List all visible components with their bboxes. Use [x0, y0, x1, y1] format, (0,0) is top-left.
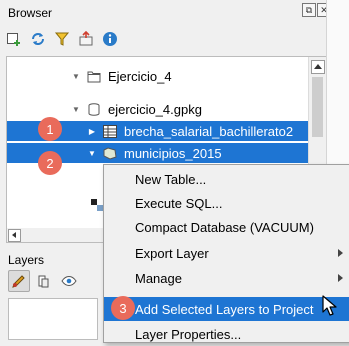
context-menu: New Table... Execute SQL... Compact Data… — [103, 164, 349, 343]
menu-item-execute-sql[interactable]: Execute SQL... — [104, 191, 349, 215]
scroll-left-button[interactable] — [8, 229, 21, 242]
menu-item-export-layer[interactable]: Export Layer — [104, 241, 349, 265]
menu-item-add-selected-layers[interactable]: Add Selected Layers to Project — [104, 297, 349, 321]
menu-item-layer-properties[interactable]: Layer Properties... — [104, 322, 349, 346]
info-icon[interactable] — [100, 29, 120, 49]
scroll-up-button[interactable] — [311, 60, 325, 74]
submenu-arrow-icon — [338, 274, 343, 282]
tree-item-label: brecha_salarial_bachillerato2 — [124, 123, 294, 139]
visibility-icon[interactable] — [58, 270, 80, 292]
menu-item-label: Add Selected Layers to Project — [135, 301, 314, 317]
annotation-badge-2: 2 — [38, 151, 62, 175]
expand-arrow-icon[interactable]: ▼ — [71, 105, 81, 114]
tree-item-ejercicio-4-gpkg[interactable]: ▼ ejercicio_4.gpkg — [7, 99, 326, 119]
tree-item-label: Ejercicio_4 — [108, 68, 172, 84]
menu-item-label: Manage — [135, 270, 182, 286]
style-icon[interactable] — [8, 270, 30, 292]
browser-panel-title: Browser — [8, 6, 53, 20]
expand-arrow-icon[interactable]: ▼ — [87, 149, 97, 158]
menu-item-compact-database[interactable]: Compact Database (VACUUM) — [104, 215, 349, 239]
horizontal-scrollbar[interactable] — [6, 228, 108, 243]
database-icon — [88, 102, 100, 116]
menu-item-label: Execute SQL... — [135, 195, 223, 211]
menu-item-label: Compact Database (VACUUM) — [135, 219, 314, 235]
polygon-layer-icon — [103, 146, 117, 160]
annotation-badge-3: 3 — [111, 296, 135, 320]
menu-item-manage[interactable]: Manage — [104, 266, 349, 290]
filter-icon[interactable] — [52, 29, 72, 49]
folder-icon — [87, 71, 101, 82]
collapse-icon[interactable] — [76, 29, 96, 49]
annotation-badge-1: 1 — [38, 117, 62, 141]
layers-panel-title: Layers — [8, 253, 45, 267]
add-layer-icon[interactable] — [4, 29, 24, 49]
refresh-icon[interactable] — [28, 29, 48, 49]
scrollbar-thumb[interactable] — [312, 77, 323, 137]
menu-item-label: New Table... — [135, 171, 207, 187]
browser-toolbar — [4, 24, 120, 54]
layers-tree[interactable] — [8, 298, 98, 340]
tree-item-label: ejercicio_4.gpkg — [108, 101, 202, 117]
layers-toolbar — [8, 270, 80, 292]
mouse-cursor-icon — [322, 295, 337, 316]
menu-item-new-table[interactable]: New Table... — [104, 167, 349, 191]
submenu-arrow-icon — [338, 249, 343, 257]
expand-arrow-icon[interactable]: ▼ — [71, 72, 81, 81]
tree-item-ejercicio-4[interactable]: ▼ Ejercicio_4 — [7, 66, 326, 86]
table-icon — [103, 124, 117, 138]
float-panel-button[interactable]: ⧉ — [302, 3, 316, 17]
menu-item-label: Export Layer — [135, 245, 209, 261]
add-group-icon[interactable] — [33, 270, 55, 292]
expand-arrow-icon[interactable]: ▶ — [87, 127, 97, 136]
menu-item-label: Layer Properties... — [135, 326, 242, 342]
layer-child-icon — [91, 199, 103, 211]
tree-item-label: municipios_2015 — [124, 145, 222, 161]
